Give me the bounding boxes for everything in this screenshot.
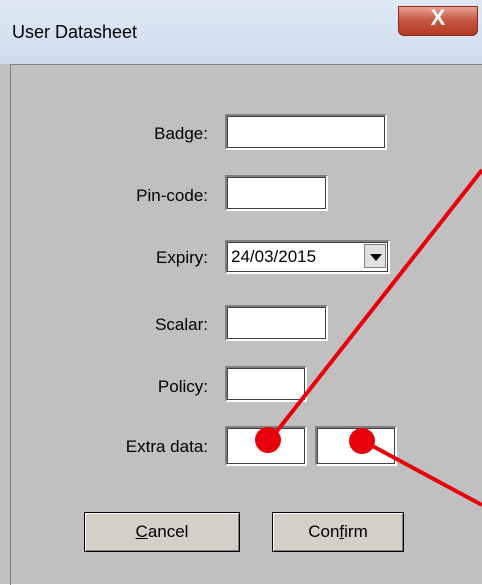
- annotation-line-up: [268, 168, 482, 442]
- annotation-overlay: [255, 168, 482, 507]
- annotation-dot-extra-2: [349, 428, 375, 454]
- annotation-dot-extra-1: [255, 427, 281, 453]
- annotation-line-down: [364, 440, 482, 507]
